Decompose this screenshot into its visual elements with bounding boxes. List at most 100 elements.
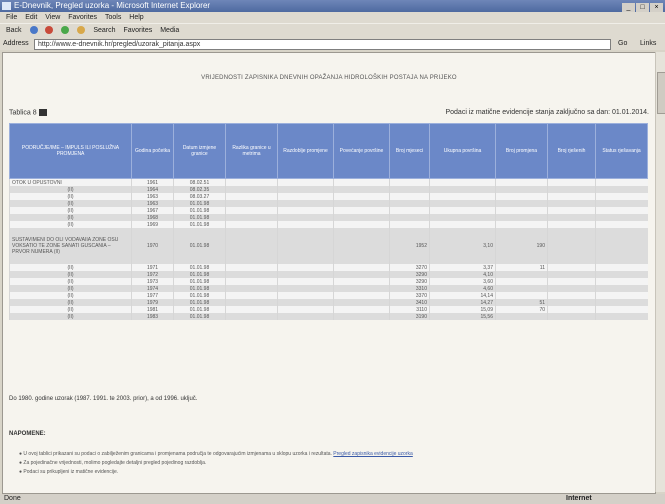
table-cell (333, 193, 390, 200)
table-cell (495, 292, 548, 299)
table-cell (277, 200, 334, 207)
table-cell (595, 299, 648, 306)
table-cell (225, 299, 278, 306)
table-cell: 1969 (131, 221, 174, 228)
window-titlebar: E-Dnevnik, Pregled uzorka - Microsoft In… (0, 0, 665, 12)
table-cell: 01.01.98 (173, 200, 226, 207)
menu-edit[interactable]: Edit (25, 14, 37, 21)
menu-help[interactable]: Help (129, 14, 143, 21)
table-cell (595, 292, 648, 299)
favorites-button[interactable]: Favorites (123, 27, 152, 34)
table-cell: 08.02.51 (173, 178, 226, 186)
table-cell: 51 (495, 299, 548, 306)
table-row: (II) 1973 01.01.98 3290 3,60 (9, 278, 648, 285)
links-button[interactable]: Links (640, 38, 656, 50)
media-button[interactable]: Media (160, 27, 179, 34)
table-cell: 14,27 (429, 299, 496, 306)
column-header: Razdoblje promjene (277, 123, 334, 179)
table-cell (277, 214, 334, 221)
table-cell (225, 264, 278, 271)
go-button[interactable]: Go (618, 38, 627, 50)
table-cell (333, 186, 390, 193)
table-cell (225, 178, 278, 186)
table-cell: 1979 (131, 299, 174, 306)
refresh-icon[interactable] (61, 26, 70, 35)
table-cell: 1964 (131, 186, 174, 193)
table-cell: (II) (9, 285, 132, 292)
table-cell (547, 193, 596, 200)
table-cell (595, 264, 648, 271)
table-cell: 70 (495, 306, 548, 313)
table-cell (225, 186, 278, 193)
table-cell (277, 228, 334, 264)
table-cell (547, 313, 596, 320)
table-cell (389, 186, 430, 193)
table-cell (595, 221, 648, 228)
table-cell: 1972 (131, 271, 174, 278)
table-cell: 1961 (131, 178, 174, 186)
forward-icon[interactable] (29, 26, 38, 35)
table-cell (389, 193, 430, 200)
table-cell (225, 292, 278, 299)
table-row: (II) 1983 01.01.98 3190 15,56 (9, 313, 648, 320)
minimize-button[interactable]: _ (622, 3, 635, 12)
table-cell: (II) (9, 271, 132, 278)
menu-file[interactable]: File (6, 14, 17, 21)
close-button[interactable]: × (650, 3, 663, 12)
table-cell (225, 200, 278, 207)
table-cell: (II) (9, 264, 132, 271)
vertical-scrollbar[interactable] (655, 52, 665, 492)
table-cell: 1981 (131, 306, 174, 313)
as-of-date: Podaci iz matične evidencije stanja zakl… (445, 109, 649, 116)
footnote: Do 1980. godine uzorak (1987. 1991. te 2… (9, 396, 198, 402)
table-cell (547, 178, 596, 186)
table-cell: 1974 (131, 285, 174, 292)
table-row: (II) 1972 01.01.98 3290 4,10 (9, 271, 648, 278)
table-cell: 01.01.98 (173, 221, 226, 228)
maximize-button[interactable]: □ (636, 3, 649, 12)
table-cell (277, 271, 334, 278)
menu-bar: File Edit View Favorites Tools Help (0, 12, 665, 23)
table-cell (429, 193, 496, 200)
table-cell (547, 285, 596, 292)
table-cell (547, 278, 596, 285)
table-cell (595, 200, 648, 207)
menu-tools[interactable]: Tools (105, 14, 121, 21)
column-header: PODRUČJE/IME – IMPULS ILI POSLUŽNA PROMJ… (9, 123, 132, 179)
table-cell (429, 200, 496, 207)
scroll-thumb[interactable] (657, 72, 665, 114)
table-cell: 3190 (389, 313, 430, 320)
table-cell (595, 278, 648, 285)
table-cell (225, 207, 278, 214)
print-icon[interactable] (38, 109, 47, 116)
table-cell (225, 271, 278, 278)
search-button[interactable]: Search (93, 27, 115, 34)
table-cell (429, 186, 496, 193)
column-header: Broj promjena (495, 123, 548, 179)
table-cell: 01.01.98 (173, 306, 226, 313)
table-row: (II) 1977 01.01.98 3370 14,14 (9, 292, 648, 299)
ie-icon (2, 2, 11, 10)
back-button[interactable]: Back (6, 27, 22, 34)
table-cell (595, 214, 648, 221)
stop-icon[interactable] (45, 26, 54, 35)
table-cell (495, 178, 548, 186)
table-cell (595, 306, 648, 313)
home-icon[interactable] (77, 26, 86, 35)
table-cell (225, 221, 278, 228)
table-cell: 1971 (131, 264, 174, 271)
note-1: ● U ovoj tablici prikazani su podaci o z… (19, 451, 413, 457)
table-cell (547, 214, 596, 221)
table-cell: 3,60 (429, 278, 496, 285)
table-cell (225, 306, 278, 313)
table-row: (II) 1963 08.03.27 (9, 193, 648, 200)
address-input[interactable]: http://www.e-dnevnik.hr/pregled/uzorak_p… (34, 39, 611, 50)
note-link[interactable]: Pregled zapisnika evidencije uzorka (333, 451, 413, 457)
table-cell (595, 207, 648, 214)
table-cell: 3290 (389, 278, 430, 285)
table-cell (389, 207, 430, 214)
menu-view[interactable]: View (45, 14, 60, 21)
table-cell (225, 313, 278, 320)
menu-favorites[interactable]: Favorites (68, 14, 97, 21)
table-cell: (II) (9, 200, 132, 207)
